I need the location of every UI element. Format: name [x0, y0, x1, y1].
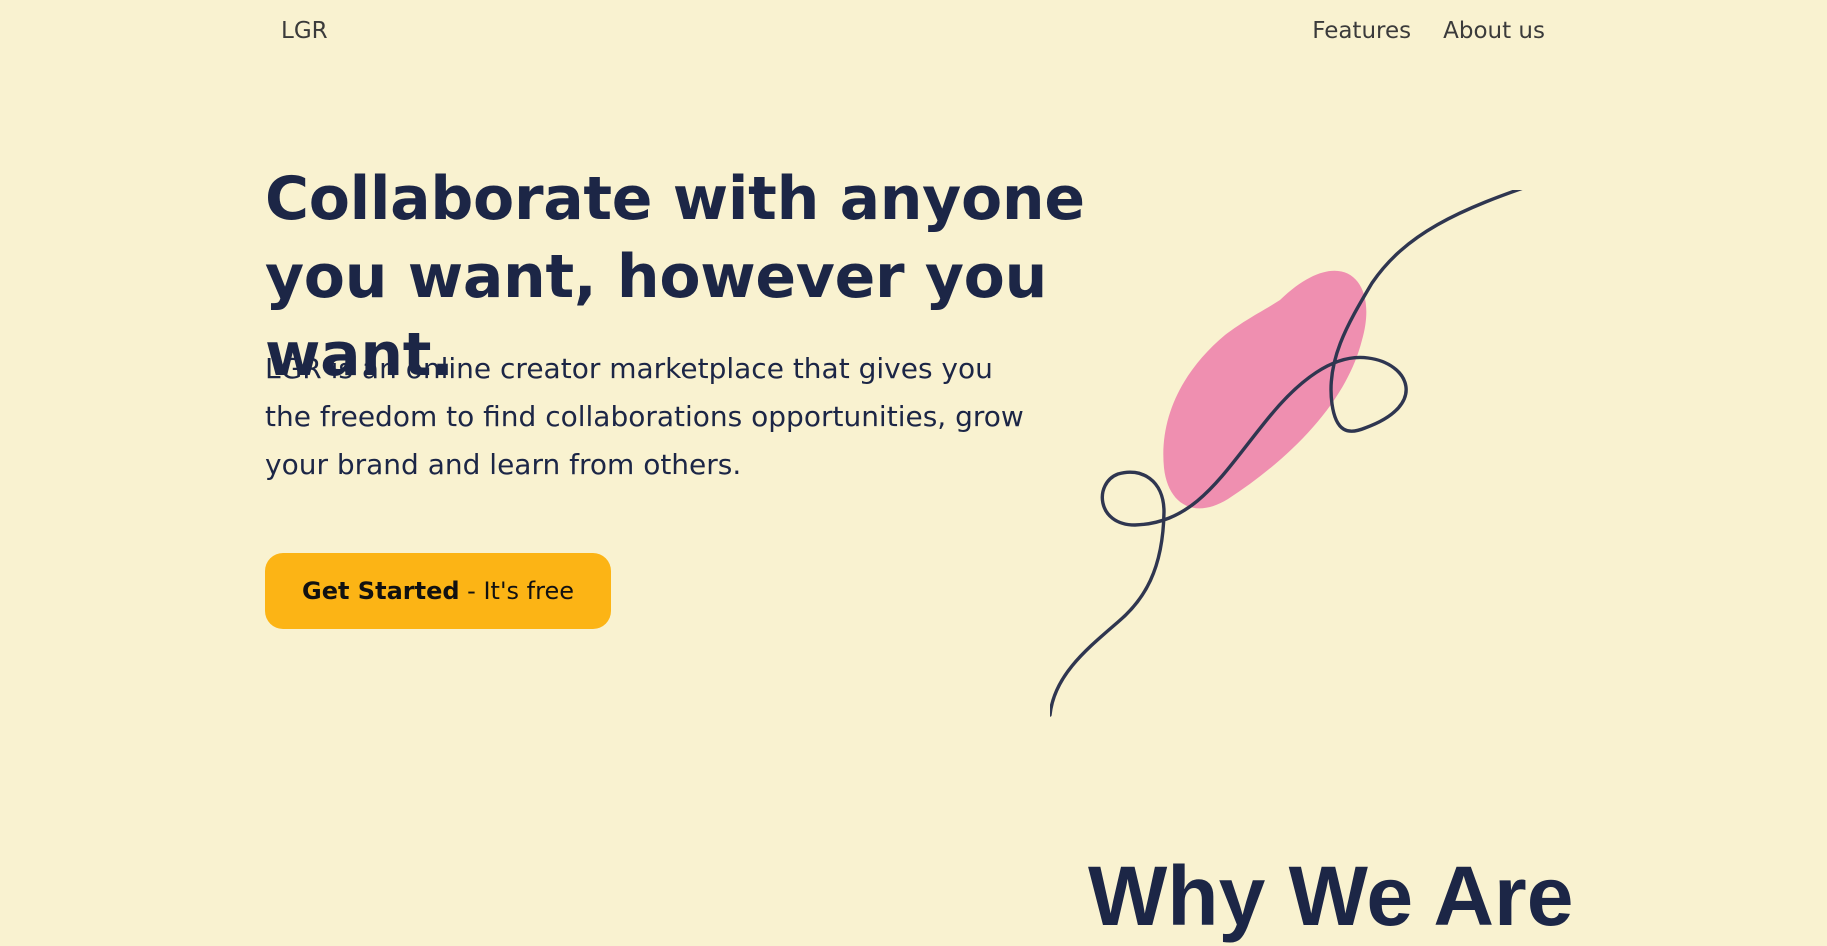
cta-subtext: - It's free	[459, 577, 574, 605]
nav-link-about-us[interactable]: About us	[1443, 18, 1545, 44]
nav-links: Features About us	[1312, 18, 1545, 44]
section-heading-why-we-are: Why We Are	[1088, 849, 1574, 943]
top-nav: LGR Features About us	[0, 0, 1827, 66]
pink-blob-shape	[1163, 270, 1367, 509]
cta-label: Get Started	[302, 577, 460, 605]
hero-description: LGR is an online creator marketplace tha…	[265, 352, 1024, 481]
hero-illustration	[1050, 190, 1523, 717]
get-started-button[interactable]: Get Started - It's free	[265, 553, 611, 629]
nav-link-features[interactable]: Features	[1312, 18, 1411, 44]
squiggle-line	[1050, 190, 1523, 717]
logo-link[interactable]: LGR	[281, 18, 328, 44]
